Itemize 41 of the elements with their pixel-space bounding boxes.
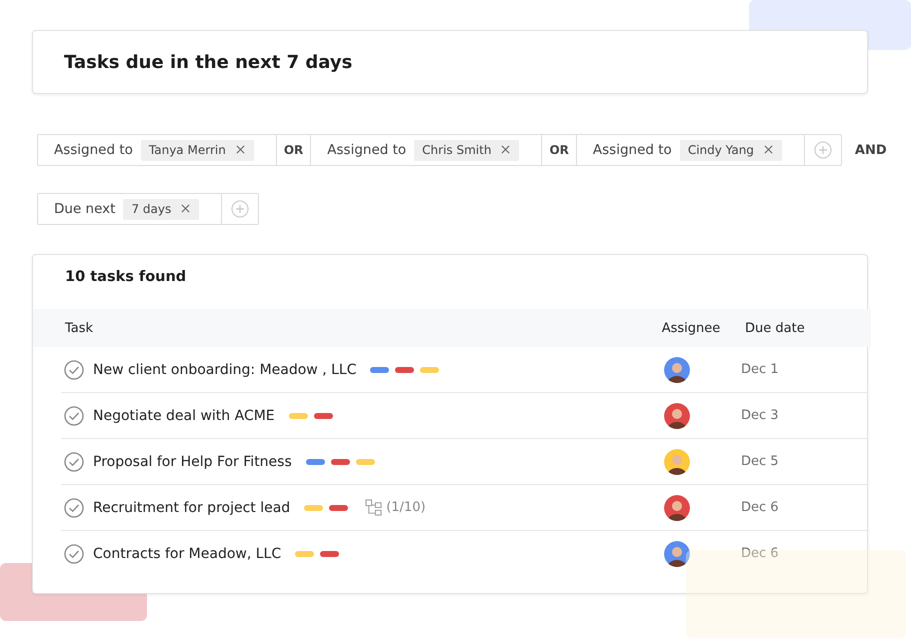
operator-label: OR — [276, 135, 312, 165]
subtask-count: (1/10) — [386, 500, 426, 515]
column-header: Due date — [745, 320, 806, 336]
close-icon[interactable] — [501, 145, 510, 154]
filter-chip[interactable]: 7 days — [123, 198, 200, 220]
close-icon[interactable] — [764, 145, 773, 154]
check-circle-icon[interactable] — [64, 406, 84, 426]
task-name[interactable]: New client onboarding: Meadow , LLC — [93, 362, 356, 378]
close-icon[interactable] — [181, 204, 190, 213]
check-circle-icon[interactable] — [64, 360, 84, 380]
chip-label: Tanya Merrin — [148, 142, 226, 156]
column-header: Assignee — [660, 320, 722, 336]
filter-label: Assigned to — [327, 142, 406, 158]
task-name[interactable]: Recruitment for project lead — [93, 500, 290, 516]
due-date: Dec 6 — [740, 546, 780, 561]
due-date: Dec 5 — [740, 454, 780, 469]
check-circle-icon[interactable] — [64, 498, 84, 518]
operator-label: AND — [854, 142, 887, 158]
subtask-icon — [365, 499, 382, 516]
filter-chip[interactable]: Cindy Yang — [680, 140, 782, 160]
close-icon[interactable] — [236, 145, 245, 154]
chip-label: Cindy Yang — [688, 142, 754, 156]
due-date: Dec 3 — [740, 408, 780, 423]
task-name[interactable]: Contracts for Meadow, LLC — [93, 546, 282, 562]
page-title: Tasks due in the next 7 days — [64, 52, 352, 72]
filter-label: Assigned to — [54, 142, 133, 158]
filter-chip[interactable]: Tanya Merrin — [140, 140, 254, 160]
column-header: Task — [64, 320, 94, 336]
chip-label: Chris Smith — [422, 142, 492, 156]
results-count: 10 tasks found — [64, 268, 188, 287]
due-date: Dec 6 — [740, 500, 780, 515]
filter-label: Due next — [54, 201, 116, 217]
task-name[interactable]: Negotiate deal with ACME — [93, 408, 275, 424]
task-name[interactable]: Proposal for Help For Fitness — [93, 454, 292, 470]
operator-label: OR — [542, 135, 577, 165]
check-circle-icon[interactable] — [64, 544, 84, 564]
check-circle-icon[interactable] — [64, 452, 84, 472]
filter-label: Assigned to — [592, 142, 672, 158]
due-date: Dec 1 — [740, 362, 780, 377]
chip-label: 7 days — [131, 202, 172, 216]
filter-chip[interactable]: Chris Smith — [414, 140, 520, 160]
